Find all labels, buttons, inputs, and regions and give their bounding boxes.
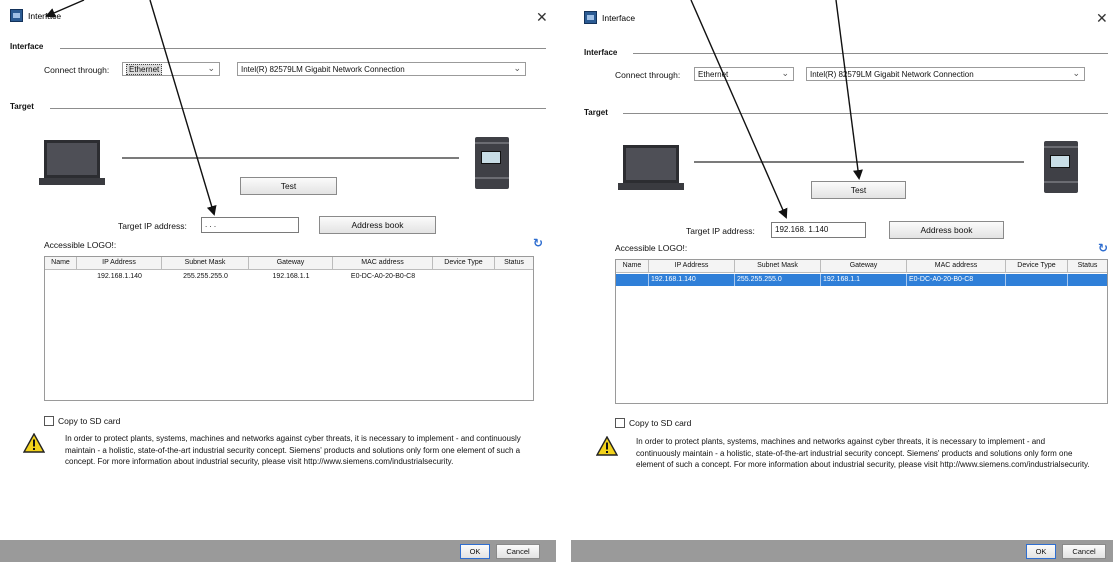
cell-mac: E0-DC-A0-20-B0-C8 (350, 273, 416, 280)
connect-through-value: Ethernet (698, 70, 729, 79)
title-bar: Interface ✕ (571, 0, 1113, 32)
target-ip-value: . . . (205, 220, 217, 229)
cell-status (1068, 274, 1107, 286)
close-icon[interactable]: ✕ (1096, 10, 1108, 27)
column-header-status[interactable]: Status (1068, 260, 1107, 273)
close-icon[interactable]: ✕ (536, 9, 548, 26)
column-header-mac[interactable]: MAC address (333, 257, 433, 270)
target-ip-value: 192.168. 1.140 (775, 225, 829, 234)
copy-sd-label: Copy to SD card (629, 418, 692, 428)
adapter-select[interactable]: Intel(R) 82579LM Gigabit Network Connect… (806, 67, 1085, 81)
cell-ip: 192.168.1.140 (649, 274, 735, 286)
cell-gateway: 192.168.1.1 (821, 274, 907, 286)
accessible-logo-label: Accessible LOGO!: (44, 240, 117, 250)
refresh-icon[interactable]: ↻ (533, 236, 543, 250)
divider (60, 48, 546, 49)
test-button[interactable]: Test (811, 181, 906, 199)
cell-device-type (1006, 274, 1068, 286)
connect-through-select[interactable]: Ethernet ⌄ (122, 62, 220, 76)
target-section-title: Target (584, 108, 608, 117)
column-header-subnet[interactable]: Subnet Mask (735, 260, 821, 273)
address-book-button[interactable]: Address book (319, 216, 436, 234)
interface-section-title: Interface (584, 48, 618, 57)
copy-sd-checkbox[interactable] (615, 418, 625, 428)
target-section-title: Target (10, 102, 34, 111)
adapter-select[interactable]: Intel(R) 82579LM Gigabit Network Connect… (237, 62, 526, 76)
chevron-down-icon: ⌄ (207, 63, 215, 73)
cell-subnet: 255.255.255.0 (735, 274, 821, 286)
chevron-down-icon: ⌄ (513, 63, 521, 73)
connection-line (694, 161, 1024, 163)
warning-icon (22, 432, 46, 453)
column-header-gateway[interactable]: Gateway (821, 260, 907, 273)
warning-icon (595, 435, 619, 456)
ok-button[interactable]: OK (1026, 544, 1056, 559)
column-header-ip[interactable]: IP Address (77, 257, 162, 270)
app-icon (584, 11, 597, 24)
laptop-icon (618, 145, 684, 190)
interface-section-title: Interface (10, 42, 44, 51)
column-header-name[interactable]: Name (45, 257, 77, 270)
cell-ip: 192.168.1.140 (97, 273, 142, 280)
divider (50, 108, 546, 109)
copy-sd-checkbox[interactable] (44, 416, 54, 426)
cell-subnet: 255.255.255.0 (183, 273, 228, 280)
connect-through-select[interactable]: Ethernet ⌄ (694, 67, 794, 81)
column-header-device-type[interactable]: Device Type (433, 257, 495, 270)
target-ip-label: Target IP address: (118, 221, 187, 231)
logo-device-icon (1044, 141, 1078, 193)
security-warning-text: In order to protect plants, systems, mac… (65, 434, 521, 466)
connect-through-value: Ethernet (126, 64, 163, 75)
cell-mac: E0-DC-A0-20-B0-C8 (907, 274, 1006, 286)
chevron-down-icon: ⌄ (1072, 68, 1080, 78)
connection-line (122, 157, 459, 159)
target-ip-input[interactable]: 192.168. 1.140 (771, 222, 866, 238)
target-ip-input[interactable]: . . . (201, 217, 299, 233)
logo-device-icon (475, 137, 509, 189)
test-button[interactable]: Test (240, 177, 337, 195)
divider (623, 113, 1108, 114)
accessible-logo-label: Accessible LOGO!: (615, 243, 688, 253)
divider (633, 53, 1108, 54)
window-title: Interface (28, 11, 62, 21)
interface-dialog-right: Interface ✕ Interface Connect through: E… (571, 0, 1113, 562)
address-book-button[interactable]: Address book (889, 221, 1004, 239)
ok-button[interactable]: OK (460, 544, 490, 559)
target-ip-label: Target IP address: (686, 226, 755, 236)
app-icon (10, 9, 23, 22)
connect-through-label: Connect through: (44, 65, 110, 75)
devices-table: Name IP Address Subnet Mask Gateway MAC … (44, 256, 534, 401)
column-header-device-type[interactable]: Device Type (1006, 260, 1068, 273)
cell-name (616, 274, 649, 286)
column-header-mac[interactable]: MAC address (907, 260, 1006, 273)
refresh-icon[interactable]: ↻ (1098, 241, 1108, 255)
interface-dialog-left: Interface ✕ Interface Connect through: E… (0, 0, 556, 562)
connect-through-label: Connect through: (615, 70, 681, 80)
column-header-subnet[interactable]: Subnet Mask (162, 257, 249, 270)
copy-sd-label: Copy to SD card (58, 416, 121, 426)
window-title: Interface (602, 13, 636, 23)
adapter-value: Intel(R) 82579LM Gigabit Network Connect… (241, 65, 405, 74)
devices-table: Name IP Address Subnet Mask Gateway MAC … (615, 259, 1108, 404)
column-header-name[interactable]: Name (616, 260, 649, 273)
column-header-ip[interactable]: IP Address (649, 260, 735, 273)
security-warning-text: In order to protect plants, systems, mac… (636, 437, 1090, 469)
column-header-status[interactable]: Status (495, 257, 533, 270)
cancel-button[interactable]: Cancel (1062, 544, 1106, 559)
adapter-value: Intel(R) 82579LM Gigabit Network Connect… (810, 70, 974, 79)
column-header-gateway[interactable]: Gateway (249, 257, 333, 270)
chevron-down-icon: ⌄ (781, 68, 789, 78)
title-bar: Interface ✕ (0, 0, 556, 32)
cancel-button[interactable]: Cancel (496, 544, 540, 559)
laptop-icon (39, 140, 105, 185)
cell-gateway: 192.168.1.1 (272, 273, 310, 280)
